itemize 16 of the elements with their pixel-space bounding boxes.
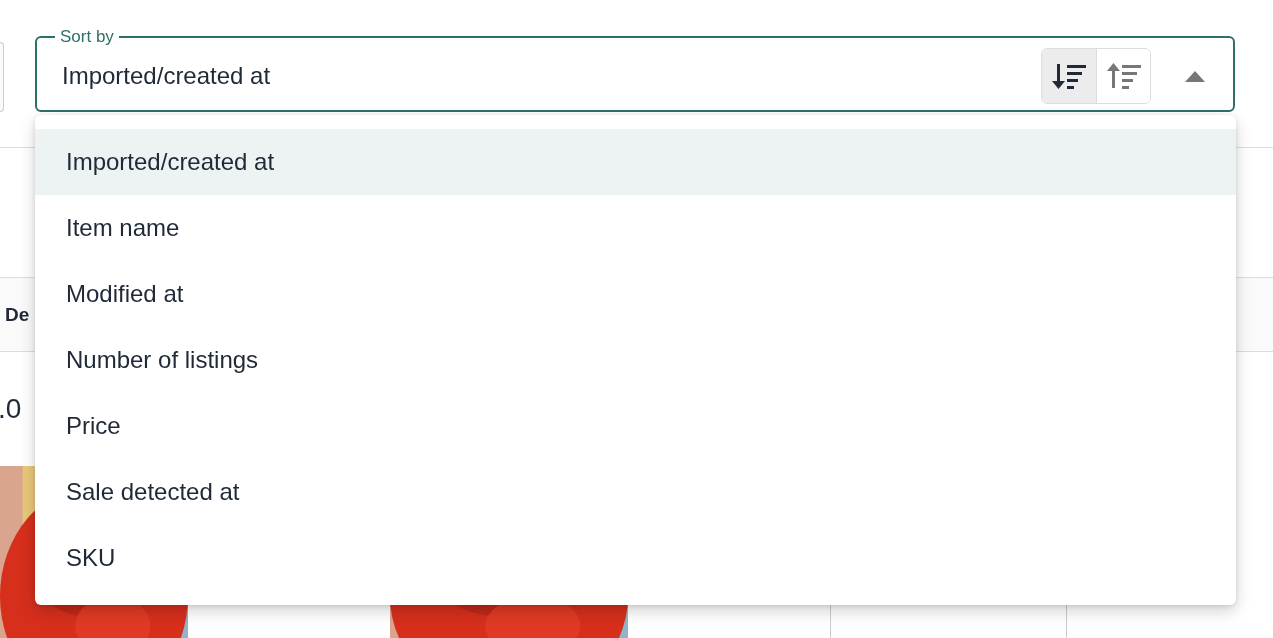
selected-value: Imported/created at: [62, 61, 272, 90]
menu-option[interactable]: Modified at: [35, 261, 1236, 327]
field-label: Sort by: [59, 27, 115, 47]
sort-ascending-icon: [1106, 61, 1141, 90]
caret-up-icon[interactable]: [1185, 69, 1205, 82]
table-cell: .0: [0, 393, 22, 425]
sort-descending-icon: [1052, 61, 1086, 90]
column-header: De: [4, 303, 30, 326]
menu-option[interactable]: Price: [35, 393, 1236, 459]
menu-option[interactable]: Sale detected at: [35, 459, 1236, 525]
menu-option[interactable]: Item name: [35, 195, 1236, 261]
sort-by-select[interactable]: Sort by Imported/created at: [35, 27, 1235, 112]
menu-option[interactable]: Number of listings: [35, 327, 1236, 393]
menu-option[interactable]: Imported/created at: [35, 129, 1236, 195]
menu-option[interactable]: SKU: [35, 525, 1236, 591]
sort-order-button[interactable]: [1042, 48, 1096, 103]
